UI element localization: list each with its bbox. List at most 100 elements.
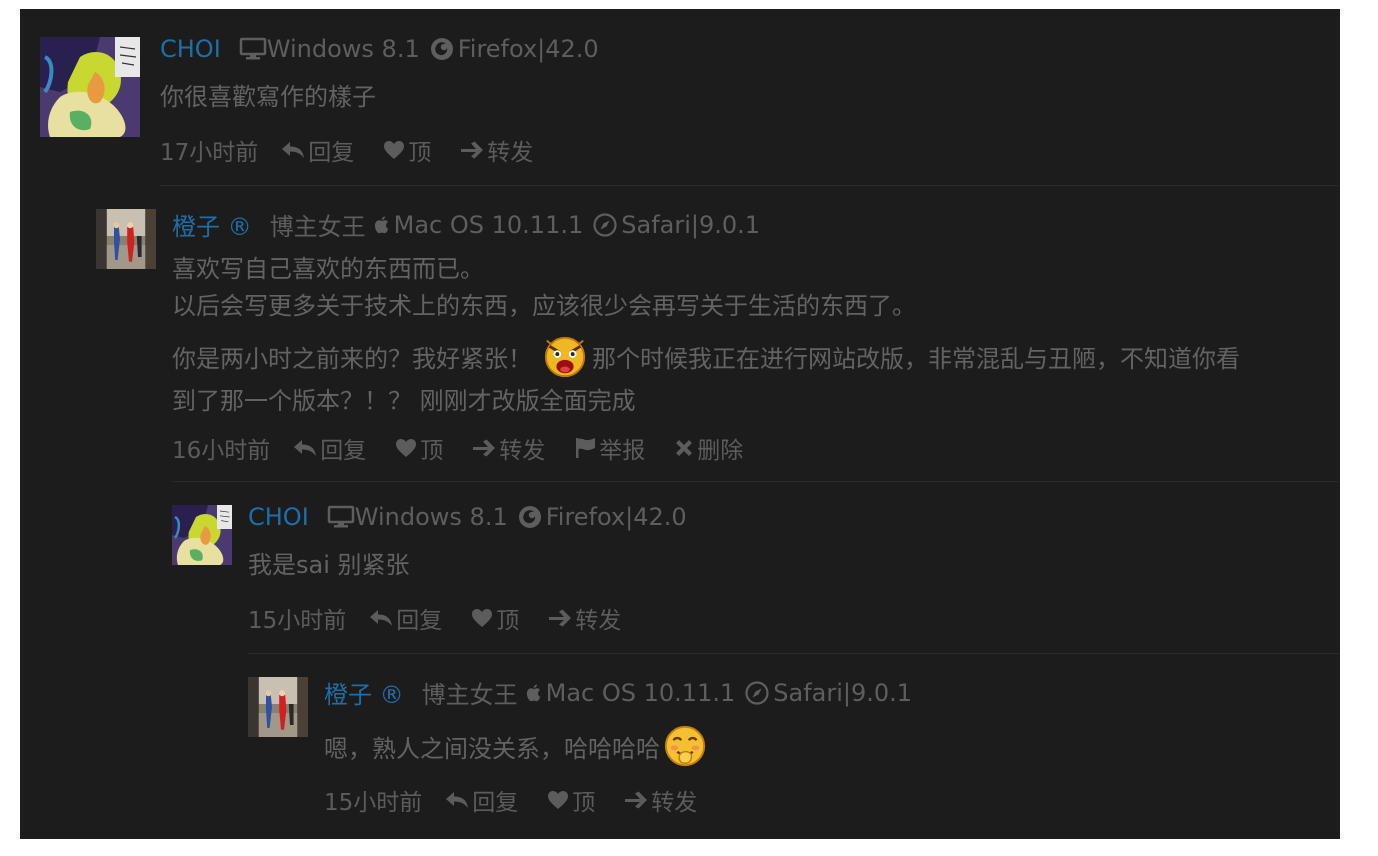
comment: CHOI Windows 8.1 Firefox|42.0 我是sai 别紧张 … xyxy=(20,485,1340,655)
like-button[interactable]: 顶 xyxy=(394,431,443,465)
firefox-icon xyxy=(430,37,454,61)
comment-actions: 17小时前 回复 顶 转发 xyxy=(160,133,533,167)
comment-text-line: 到了那一个版本？！？ 刚刚才改版全面完成 xyxy=(172,387,636,415)
reply-arrow-icon xyxy=(292,437,318,459)
role-badge: 博主女王 xyxy=(421,681,518,709)
share-button[interactable]: 转发 xyxy=(623,783,697,817)
monitor-icon xyxy=(239,37,267,61)
comment-time: 15小时前 xyxy=(248,608,347,634)
reply-button[interactable]: 回复 xyxy=(292,431,366,465)
avatar[interactable] xyxy=(40,37,140,137)
heart-icon xyxy=(394,437,418,459)
comment-meta: CHOI Windows 8.1 Firefox|42.0 xyxy=(160,35,599,63)
avatar[interactable] xyxy=(96,209,156,269)
comment-text-line: 嗯，熟人之间没关系，哈哈哈哈 xyxy=(324,727,712,773)
reply-label: 回复 xyxy=(308,140,355,166)
comment-text-line: 你是两小时之前来的？我好紧张！ 那个时候我正在进行网站改版，非常混乱与丑陋，不知道… xyxy=(172,337,1240,383)
close-x-icon xyxy=(673,437,695,459)
divider xyxy=(248,653,1340,654)
avatar[interactable] xyxy=(248,677,308,737)
comment-body: 嗯，熟人之间没关系，哈哈哈哈 xyxy=(324,727,712,773)
comment: 橙子 ® 博主女王 Mac OS 10.11.1 Safari|9.0.1 喜欢… xyxy=(20,189,1340,479)
reply-arrow-icon xyxy=(368,607,394,629)
comment-body: 喜欢写自己喜欢的东西而已。 以后会写更多关于技术上的东西，应该很少会再写关于生活… xyxy=(172,251,916,325)
comment-body-continued: 你是两小时之前来的？我好紧张！ 那个时候我正在进行网站改版，非常混乱与丑陋，不知道… xyxy=(172,337,1240,420)
divider xyxy=(160,185,1340,186)
reply-label: 回复 xyxy=(472,790,519,816)
like-button[interactable]: 顶 xyxy=(382,133,431,167)
delete-button[interactable]: 删除 xyxy=(673,431,743,465)
browser-label: Firefox|42.0 xyxy=(457,35,599,63)
share-arrow-icon xyxy=(623,789,649,811)
share-arrow-icon xyxy=(471,437,497,459)
browser-label: Firefox|42.0 xyxy=(545,503,687,531)
safari-compass-icon xyxy=(593,213,617,237)
delete-label: 删除 xyxy=(697,438,744,464)
reply-arrow-icon xyxy=(444,789,470,811)
os-label: Windows 8.1 xyxy=(266,35,420,63)
author-name[interactable]: CHOI xyxy=(248,503,309,531)
comment-text-line: 以后会写更多关于技术上的东西，应该很少会再写关于生活的东西了。 xyxy=(172,292,916,320)
avatar-image xyxy=(40,37,140,137)
comment-text-line: 喜欢写自己喜欢的东西而已。 xyxy=(172,255,484,283)
role-badge: 博主女王 xyxy=(269,213,366,241)
heart-icon xyxy=(546,789,570,811)
comment: CHOI Windows 8.1 Firefox|42.0 你很喜歡寫作的樣子 … xyxy=(20,9,1340,189)
comment-time: 17小时前 xyxy=(160,140,259,166)
share-button[interactable]: 转发 xyxy=(471,431,545,465)
comment-text-line: 你很喜歡寫作的樣子 xyxy=(160,83,376,111)
divider xyxy=(172,481,1340,482)
heart-icon xyxy=(470,607,494,629)
comment: 橙子 ® 博主女王 Mac OS 10.11.1 Safari|9.0.1 嗯，… xyxy=(20,657,1340,839)
comment-time: 15小时前 xyxy=(324,790,423,816)
share-arrow-icon xyxy=(459,139,485,161)
share-button[interactable]: 转发 xyxy=(547,601,621,635)
reply-button[interactable]: 回复 xyxy=(368,601,442,635)
browser-label: Safari|9.0.1 xyxy=(621,210,761,239)
shocked-face-emoji xyxy=(542,333,588,379)
comment-meta: 橙子 ® 博主女王 Mac OS 10.11.1 Safari|9.0.1 xyxy=(324,675,912,710)
comments-panel: CHOI Windows 8.1 Firefox|42.0 你很喜歡寫作的樣子 … xyxy=(20,9,1340,839)
share-arrow-icon xyxy=(547,607,573,629)
firefox-icon xyxy=(518,505,542,529)
giggle-face-emoji xyxy=(662,723,708,769)
comment-meta: 橙子 ® 博主女王 Mac OS 10.11.1 Safari|9.0.1 xyxy=(172,207,760,242)
author-name[interactable]: CHOI xyxy=(160,35,221,63)
like-button[interactable]: 顶 xyxy=(470,601,519,635)
comment-text-segment: 你是两小时之前来的？我好紧张！ xyxy=(172,345,532,373)
comment-text-segment: 嗯，熟人之间没关系，哈哈哈哈 xyxy=(324,735,660,763)
comment-meta: CHOI Windows 8.1 Firefox|42.0 xyxy=(248,503,687,531)
comment-actions: 15小时前 回复 顶 转发 xyxy=(248,601,621,635)
safari-compass-icon xyxy=(745,681,769,705)
comment-body: 我是sai 别紧张 xyxy=(248,547,410,584)
comment-text-line: 我是sai 别紧张 xyxy=(248,551,410,579)
avatar-image xyxy=(96,209,156,269)
reply-button[interactable]: 回复 xyxy=(444,783,518,817)
author-name[interactable]: 橙子 ® xyxy=(172,207,252,242)
avatar[interactable] xyxy=(172,505,232,565)
like-label: 顶 xyxy=(496,608,520,634)
reply-label: 回复 xyxy=(396,608,443,634)
os-label: Windows 8.1 xyxy=(354,503,508,531)
comment-time: 16小时前 xyxy=(172,438,271,464)
like-label: 顶 xyxy=(420,438,444,464)
flag-icon xyxy=(573,436,597,460)
author-name[interactable]: 橙子 ® xyxy=(324,675,404,710)
avatar-image xyxy=(172,505,232,565)
apple-icon xyxy=(522,681,546,705)
like-label: 顶 xyxy=(408,140,432,166)
browser-label: Safari|9.0.1 xyxy=(773,678,913,707)
reply-button[interactable]: 回复 xyxy=(280,133,354,167)
comment-body: 你很喜歡寫作的樣子 xyxy=(160,79,376,116)
share-label: 转发 xyxy=(575,608,622,634)
os-label: Mac OS 10.11.1 xyxy=(393,210,584,239)
like-label: 顶 xyxy=(572,790,596,816)
share-button[interactable]: 转发 xyxy=(459,133,533,167)
comment-text-segment: 那个时候我正在进行网站改版，非常混乱与丑陋，不知道你看 xyxy=(592,345,1240,373)
apple-icon xyxy=(370,213,394,237)
monitor-icon xyxy=(327,505,355,529)
heart-icon xyxy=(382,139,406,161)
report-label: 举报 xyxy=(599,438,646,464)
like-button[interactable]: 顶 xyxy=(546,783,595,817)
report-button[interactable]: 举报 xyxy=(573,431,645,465)
